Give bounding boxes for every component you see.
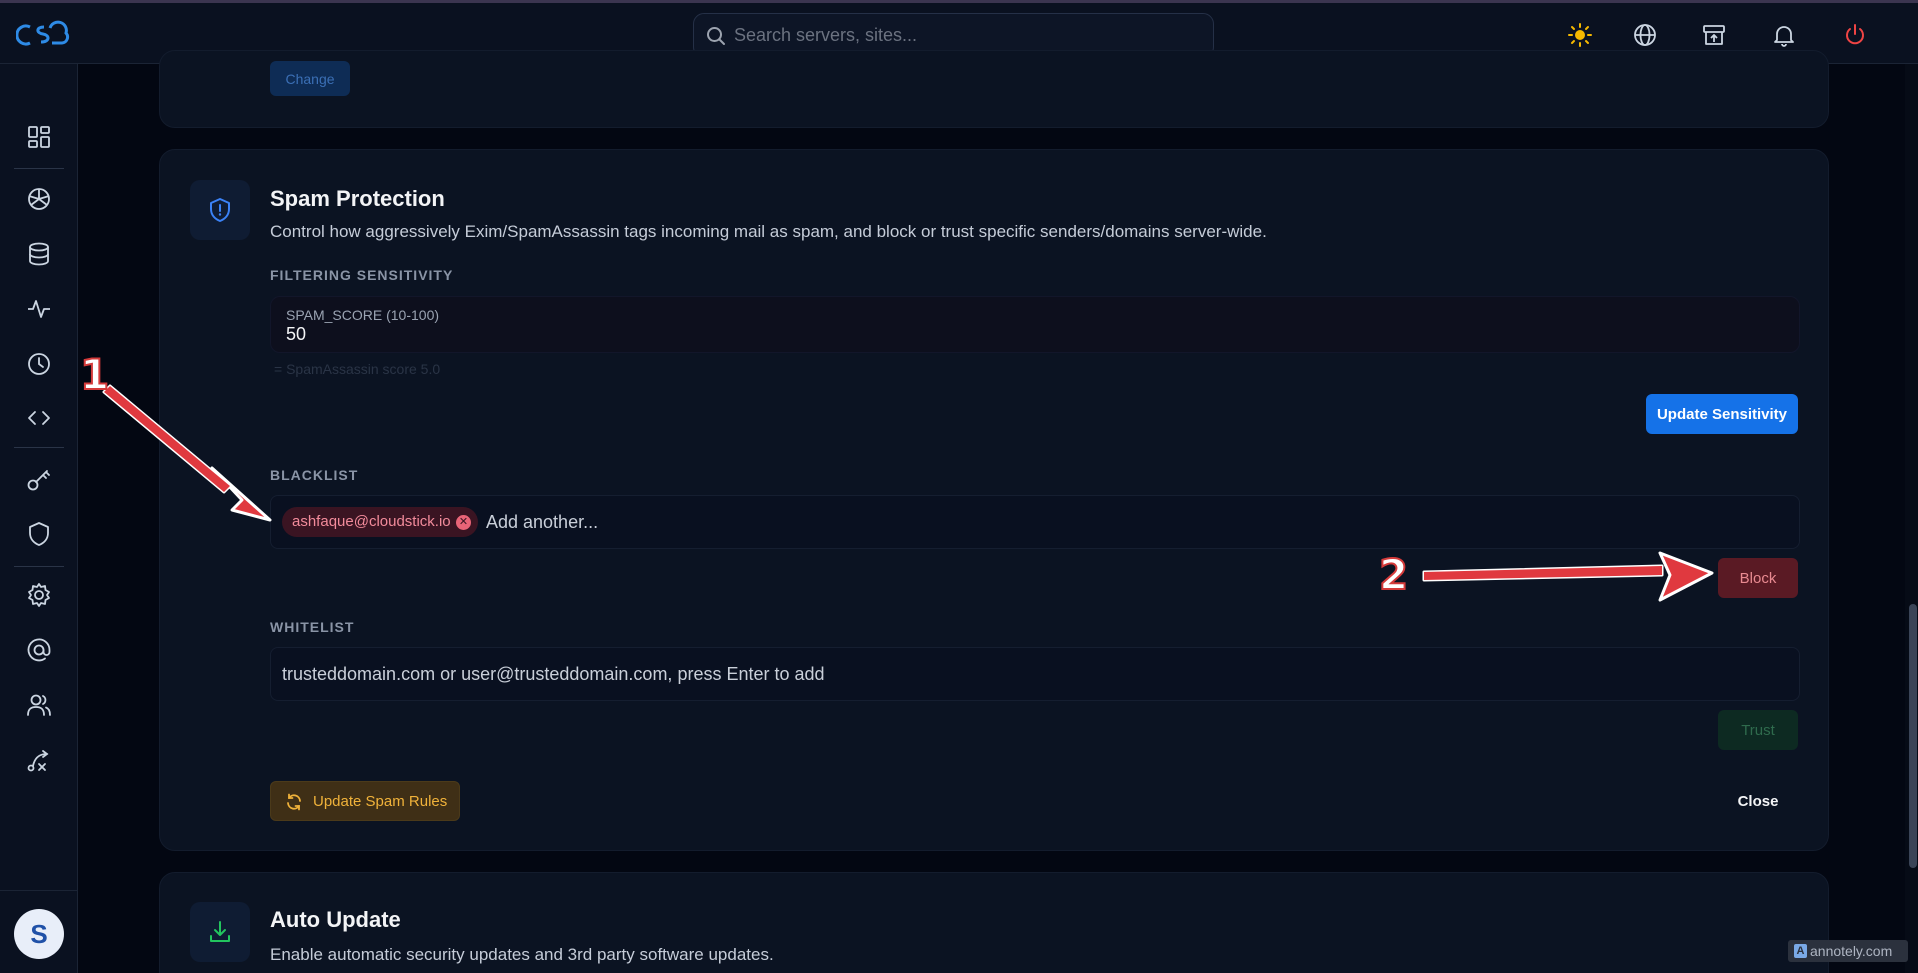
blacklist-chip-label: ashfaque@cloudstick.io xyxy=(292,513,451,530)
key-icon[interactable] xyxy=(25,465,53,493)
servers-icon[interactable] xyxy=(25,185,53,213)
spam-score-field[interactable]: SPAM_SCORE (10-100) 50 xyxy=(270,296,1800,353)
refresh-icon xyxy=(287,793,301,811)
database-icon[interactable] xyxy=(25,240,53,268)
sidebar: S xyxy=(0,64,78,973)
filtering-sensitivity-label: FILTERING SENSITIVITY xyxy=(270,267,454,283)
spam-score-value[interactable]: 50 xyxy=(286,324,306,345)
scrollbar-thumb[interactable] xyxy=(1909,604,1917,868)
blacklist-chip: ashfaque@cloudstick.io ✕ xyxy=(282,507,478,537)
blacklist-input-box[interactable]: ashfaque@cloudstick.io ✕ xyxy=(270,495,1800,549)
sidebar-divider xyxy=(14,168,64,169)
remove-chip-icon[interactable]: ✕ xyxy=(456,515,471,530)
sidebar-divider xyxy=(14,447,64,448)
sidebar-footer-divider xyxy=(0,890,78,891)
at-email-icon[interactable] xyxy=(25,636,53,664)
download-icon xyxy=(210,921,230,942)
whitelist-input-box[interactable] xyxy=(270,647,1800,701)
close-button[interactable]: Close xyxy=(1718,781,1798,821)
previous-settings-card xyxy=(159,50,1829,128)
route-icon[interactable] xyxy=(25,746,53,774)
sun-icon[interactable] xyxy=(1567,22,1593,48)
shield-icon[interactable] xyxy=(25,520,53,548)
spam-protection-title: Spam Protection xyxy=(270,186,445,211)
search-icon xyxy=(707,27,725,45)
update-spam-rules-label: Update Spam Rules xyxy=(313,793,448,810)
clock-icon[interactable] xyxy=(25,350,53,378)
user-avatar[interactable]: S xyxy=(14,909,64,959)
sidebar-divider xyxy=(14,566,64,567)
update-spam-rules-button[interactable]: Update Spam Rules xyxy=(270,781,460,821)
dashboard-icon[interactable] xyxy=(25,123,53,151)
blacklist-input[interactable] xyxy=(486,496,1786,548)
auto-update-icon-box xyxy=(190,902,250,962)
block-button[interactable]: Block xyxy=(1718,558,1798,598)
annotation-marker-2: 2 xyxy=(1378,549,1409,600)
update-sensitivity-button[interactable]: Update Sensitivity xyxy=(1646,394,1798,434)
whitelist-label: WHITELIST xyxy=(270,619,355,635)
spam-score-hint: = SpamAssassin score 5.0 xyxy=(274,361,441,377)
code-icon[interactable] xyxy=(25,404,53,432)
blacklist-label: BLACKLIST xyxy=(270,467,359,483)
power-icon[interactable] xyxy=(1842,22,1868,48)
annotation-marker-1: 1 xyxy=(79,349,110,400)
whitelist-input[interactable] xyxy=(282,648,1782,700)
change-button[interactable]: Change xyxy=(270,61,350,96)
spam-score-label: SPAM_SCORE (10-100) xyxy=(286,307,440,323)
annotely-watermark: annotely.com xyxy=(1788,940,1908,962)
activity-icon[interactable] xyxy=(25,295,53,323)
globe-icon[interactable] xyxy=(1632,22,1658,48)
trust-button[interactable]: Trust xyxy=(1718,710,1798,750)
cloudstick-logo[interactable] xyxy=(16,19,70,49)
spam-icon-box xyxy=(190,180,250,240)
upload-box-icon[interactable] xyxy=(1701,22,1727,48)
settings-gear-icon[interactable] xyxy=(25,581,53,609)
auto-update-description: Enable automatic security updates and 3r… xyxy=(270,945,774,964)
auto-update-title: Auto Update xyxy=(270,907,401,932)
spam-protection-description: Control how aggressively Exim/SpamAssass… xyxy=(270,222,1267,241)
bell-icon[interactable] xyxy=(1771,22,1797,48)
users-icon[interactable] xyxy=(25,691,53,719)
shield-alert-icon xyxy=(210,198,230,222)
